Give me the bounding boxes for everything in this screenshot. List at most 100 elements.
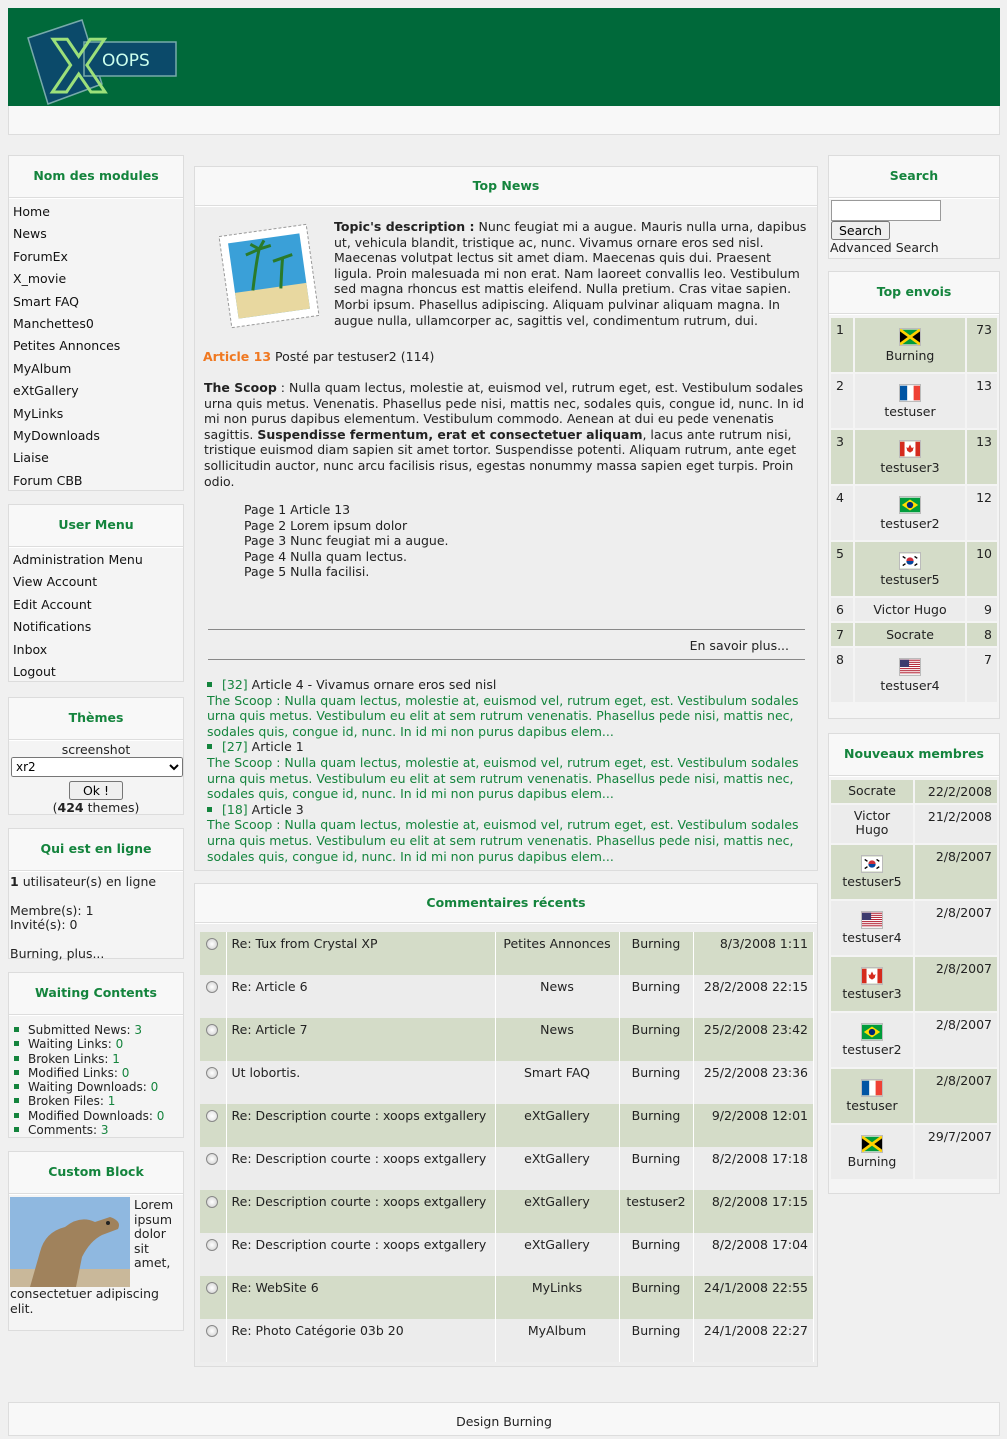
comment-row[interactable]: Ut lobortis. Smart FAQ Burning 25/2/2008 23… [200,1061,814,1104]
comment-title[interactable]: Re: Description courte : xoops extgaller… [226,1190,496,1233]
comment-module[interactable]: eXtGallery [495,1147,620,1190]
comment-module[interactable]: MyLinks [495,1276,620,1319]
module-link[interactable]: Petites Annonces [9,335,183,357]
module-link[interactable]: MyLinks [9,403,183,425]
poster-cell[interactable]: testuser [855,374,965,428]
member-cell[interactable]: testuser4 [831,901,913,955]
xoops-logo[interactable]: X OOPS [20,16,180,111]
waiting-item[interactable]: Submitted News: 3 [14,1023,183,1037]
comment-title[interactable]: Re: Description courte : xoops extgaller… [226,1147,496,1190]
module-link[interactable]: Home [9,201,183,223]
comment-row[interactable]: Re: Description courte : xoops extgaller… [200,1147,814,1190]
member-cell[interactable]: Socrate [831,780,913,803]
comment-row[interactable]: Re: Photo Catégorie 03b 20 MyAlbum Burning… [200,1319,814,1362]
module-link[interactable]: Liaise [9,447,183,469]
module-link[interactable]: Manchettes0 [9,313,183,335]
advanced-search-link[interactable]: Advanced Search [829,240,999,255]
comment-module[interactable]: Petites Annonces [495,932,620,975]
member-name[interactable]: testuser2 [842,1042,901,1057]
member-name[interactable]: Burning [848,1154,897,1169]
member-name[interactable]: Socrate [848,783,896,798]
module-link[interactable]: Forum CBB [9,470,183,492]
poster-cell[interactable]: Socrate [855,623,965,646]
poster-name[interactable]: testuser4 [880,678,939,693]
comment-row[interactable]: Re: WebSite 6 MyLinks Burning 24/1/2008 22:… [200,1276,814,1319]
page-link[interactable]: Page 5 Nulla facilisi. [244,564,449,580]
poster-name[interactable]: testuser3 [880,460,939,475]
theme-ok-button[interactable]: Ok ! [68,781,124,800]
member-name[interactable]: Victor Hugo [854,808,890,837]
comment-user[interactable]: Burning [619,1061,694,1104]
comment-user[interactable]: Burning [619,1233,694,1276]
waiting-item[interactable]: Modified Downloads: 0 [14,1109,183,1123]
article-id[interactable]: [27] [222,739,248,754]
member-name[interactable]: testuser3 [842,986,901,1001]
page-link[interactable]: Page 1 Article 13 [244,502,449,518]
user-menu-link[interactable]: Notifications [9,616,183,638]
comment-module[interactable]: News [495,1018,620,1061]
comment-user[interactable]: testuser2 [619,1190,694,1233]
poster-cell[interactable]: Victor Hugo [855,598,965,621]
comment-title[interactable]: Re: WebSite 6 [226,1276,496,1319]
module-link[interactable]: MyDownloads [9,425,183,447]
article-title-link[interactable]: Article 13 [203,349,271,364]
comment-row[interactable]: Re: Description courte : xoops extgaller… [200,1104,814,1147]
waiting-item[interactable]: Waiting Links: 0 [14,1037,183,1051]
poster-cell[interactable]: testuser2 [855,486,965,540]
waiting-item[interactable]: Comments: 3 [14,1123,183,1137]
comment-row[interactable]: Re: Article 7 News Burning 25/2/2008 23:42 [200,1018,814,1061]
comment-module[interactable]: eXtGallery [495,1104,620,1147]
article-id[interactable]: [18] [222,802,248,817]
comment-module[interactable]: eXtGallery [495,1190,620,1233]
other-article-title[interactable]: Article 3 [252,802,304,817]
comment-module[interactable]: eXtGallery [495,1233,620,1276]
comment-title[interactable]: Ut lobortis. [226,1061,496,1104]
page-link[interactable]: Page 4 Nulla quam lectus. [244,549,449,565]
member-name[interactable]: testuser4 [842,930,901,945]
comment-title[interactable]: Re: Tux from Crystal XP [226,932,496,975]
module-link[interactable]: ForumEx [9,246,183,268]
member-cell[interactable]: testuser3 [831,957,913,1011]
page-link[interactable]: Page 3 Nunc feugiat mi a augue. [244,533,449,549]
user-menu-link[interactable]: View Account [9,571,183,593]
comment-row[interactable]: Re: Article 6 News Burning 28/2/2008 22:15 [200,975,814,1018]
poster-name[interactable]: Victor Hugo [873,602,946,617]
comment-title[interactable]: Re: Description courte : xoops extgaller… [226,1104,496,1147]
article-id[interactable]: [32] [222,677,248,692]
member-cell[interactable]: Victor Hugo [831,805,913,843]
comment-user[interactable]: Burning [619,1276,694,1319]
poster-name[interactable]: Burning [886,348,935,363]
comment-user[interactable]: Burning [619,1147,694,1190]
user-menu-link[interactable]: Inbox [9,639,183,661]
poster-cell[interactable]: Burning [855,318,965,372]
comment-user[interactable]: Burning [619,1104,694,1147]
poster-cell[interactable]: testuser5 [855,542,965,596]
page-link[interactable]: Page 2 Lorem ipsum dolor [244,518,449,534]
comment-row[interactable]: Re: Description courte : xoops extgaller… [200,1190,814,1233]
member-cell[interactable]: testuser [831,1069,913,1123]
comment-user[interactable]: Burning [619,975,694,1018]
poster-cell[interactable]: testuser3 [855,430,965,484]
member-cell[interactable]: testuser2 [831,1013,913,1067]
comment-module[interactable]: MyAlbum [495,1319,620,1362]
member-cell[interactable]: Burning [831,1125,913,1179]
online-who-link[interactable]: Burning, plus... [10,946,182,962]
user-menu-link[interactable]: Edit Account [9,594,183,616]
read-more-link[interactable]: En savoir plus... [690,638,789,653]
search-input[interactable] [831,200,941,221]
user-menu-link[interactable]: Administration Menu [9,549,183,571]
module-link[interactable]: eXtGallery [9,380,183,402]
module-link[interactable]: MyAlbum [9,358,183,380]
other-article-title[interactable]: Article 4 - Vivamus ornare eros sed nisl [252,677,497,692]
comment-module[interactable]: News [495,975,620,1018]
member-name[interactable]: testuser5 [842,874,901,889]
poster-name[interactable]: testuser [884,404,935,419]
member-name[interactable]: testuser [846,1098,897,1113]
comment-user[interactable]: Burning [619,1018,694,1061]
theme-select[interactable]: xr2 [11,757,183,777]
comment-title[interactable]: Re: Article 7 [226,1018,496,1061]
comment-title[interactable]: Re: Description courte : xoops extgaller… [226,1233,496,1276]
search-button[interactable]: Search [831,221,890,240]
comment-row[interactable]: Re: Tux from Crystal XP Petites Annonces B… [200,932,814,975]
waiting-item[interactable]: Waiting Downloads: 0 [14,1080,183,1094]
